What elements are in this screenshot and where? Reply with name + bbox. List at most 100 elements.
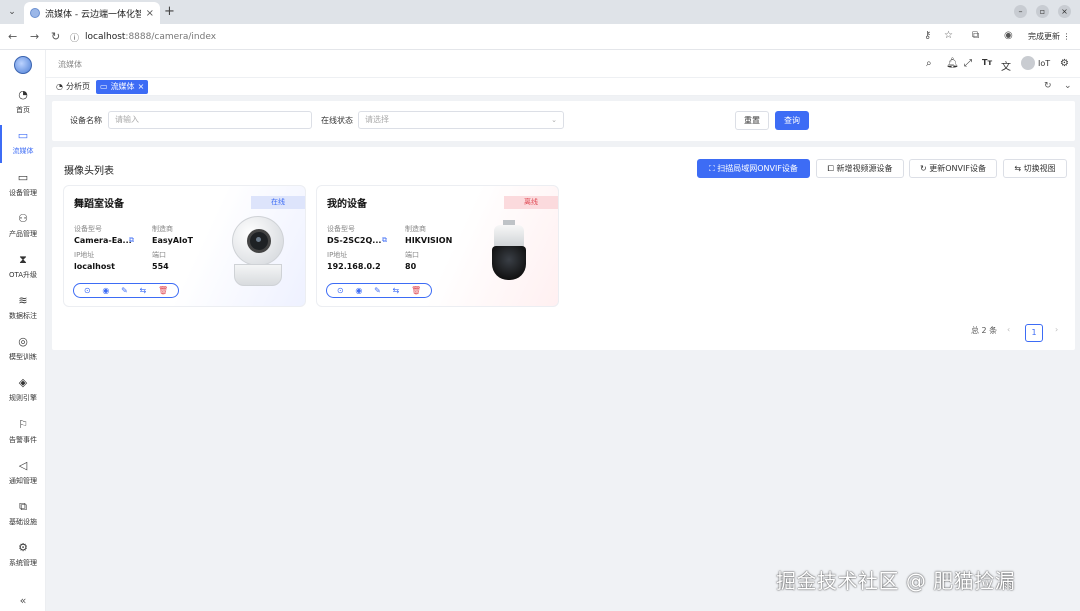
laptop-icon: ▭ xyxy=(17,171,29,184)
model-label: 设备型号 xyxy=(327,225,355,233)
update-button[interactable]: 完成更新 ⋮ xyxy=(1022,28,1077,46)
avatar[interactable] xyxy=(1021,56,1035,70)
scan-onvif-button[interactable]: ⛶ 扫描局域网ONVIF设备 xyxy=(697,159,810,178)
edit-icon[interactable]: ✎ xyxy=(374,286,381,295)
profile-icon[interactable]: ◉ xyxy=(1004,30,1013,41)
page-tabs: ◔ 分析页 ▭ 流媒体 × ↻ ⌄ xyxy=(46,78,1080,96)
app-header: 流媒体 ⌕ 🔔︎ ⤢ Tт 文 IoT ⚙ xyxy=(46,50,1080,78)
app-logo[interactable] xyxy=(14,56,32,74)
sidebar-item-label: 产品管理 xyxy=(9,230,37,238)
minimize-icon[interactable]: – xyxy=(1014,5,1027,18)
search-icon[interactable]: ⌕ xyxy=(926,58,932,69)
next-page-icon[interactable]: › xyxy=(1055,325,1058,334)
url-host: localhost xyxy=(85,32,126,42)
list-title: 摄像头列表 xyxy=(64,166,114,177)
video-add-icon: ⧠ xyxy=(827,164,834,173)
prev-page-icon[interactable]: ‹ xyxy=(1007,325,1010,334)
breadcrumb: 流媒体 xyxy=(58,60,82,69)
query-button[interactable]: 查询 xyxy=(775,111,809,130)
sidebar-item-label: 系统管理 xyxy=(9,559,37,567)
bell-icon[interactable]: 🔔︎ xyxy=(946,58,959,69)
sidebar-item-label: 设备管理 xyxy=(9,189,37,197)
window-close-icon[interactable]: × xyxy=(1058,5,1071,18)
online-status-select[interactable]: 请选择 ⌄ xyxy=(358,111,564,129)
ip-label: IP地址 xyxy=(327,251,348,259)
fullscreen-icon[interactable]: ⤢ xyxy=(964,58,972,69)
maximize-icon[interactable]: ▫ xyxy=(1036,5,1049,18)
maker-label: 制造商 xyxy=(152,225,173,233)
eye-icon[interactable]: ◉ xyxy=(102,286,109,295)
reload-icon[interactable]: ↻ xyxy=(51,30,60,43)
port-value: 554 xyxy=(152,262,169,271)
sidebar-item-rule-engine[interactable]: ◈ 规则引擎 xyxy=(0,372,46,410)
dashboard-icon: ◔ xyxy=(56,82,63,91)
copy-icon[interactable]: ⧉ xyxy=(129,236,137,244)
username[interactable]: IoT xyxy=(1038,59,1050,68)
swap-icon: ⇆ xyxy=(1014,164,1022,173)
eye-icon[interactable]: ◉ xyxy=(355,286,362,295)
sidebar-item-infrastructure[interactable]: ⧉ 基础设施 xyxy=(0,496,46,534)
device-name-label: 设备名称 xyxy=(70,116,102,125)
speaker-icon: ◁ xyxy=(18,459,28,472)
edit-icon[interactable]: ✎ xyxy=(121,286,128,295)
refresh-onvif-button[interactable]: ↻ 更新ONVIF设备 xyxy=(909,159,997,178)
swap-icon[interactable]: ⇆ xyxy=(393,286,400,295)
tab-streaming[interactable]: ▭ 流媒体 × xyxy=(96,80,149,94)
page-number-current[interactable]: 1 xyxy=(1025,324,1043,342)
sidebar-item-notifications[interactable]: ◁ 通知管理 xyxy=(0,455,46,493)
device-name-input[interactable]: 请输入 xyxy=(108,111,312,129)
play-icon[interactable]: ⊙ xyxy=(84,286,91,295)
add-video-source-button[interactable]: ⧠ 新增视频源设备 xyxy=(816,159,904,178)
forward-arrow-icon[interactable]: → xyxy=(30,30,39,43)
tab-list-chevron-icon[interactable]: ⌄ xyxy=(5,5,19,19)
copy-icon[interactable]: ⧉ xyxy=(382,236,390,244)
bookmark-star-icon[interactable]: ☆ xyxy=(944,30,953,41)
key-icon[interactable]: ⚷ xyxy=(924,30,931,41)
tab-analysis[interactable]: ◔ 分析页 xyxy=(52,80,94,94)
settings-gear-icon[interactable]: ⚙ xyxy=(1060,58,1069,69)
port-value: 80 xyxy=(405,262,417,271)
chevron-down-icon[interactable]: ⌄ xyxy=(1064,81,1072,91)
more-menu-icon[interactable]: ⋮ xyxy=(1063,32,1071,41)
extensions-icon[interactable]: ⧉ xyxy=(972,30,979,41)
sidebar-item-streaming[interactable]: ▭ 流媒体 xyxy=(0,125,46,163)
sidebar-item-ota[interactable]: ⧗ OTA升级 xyxy=(0,249,46,287)
sidebar-item-product-management[interactable]: ⚇ 产品管理 xyxy=(0,208,46,246)
address-bar[interactable]: ⓘ localhost:8888/camera/index xyxy=(70,28,910,46)
sync-icon: ↻ xyxy=(920,164,927,173)
sidebar-item-alarm-events[interactable]: ⚐ 告警事件 xyxy=(0,414,46,452)
tab-label: 分析页 xyxy=(65,82,90,91)
tab-close-icon[interactable]: × xyxy=(138,80,145,94)
reset-button[interactable]: 重置 xyxy=(735,111,769,130)
delete-icon[interactable]: 🗑︎ xyxy=(411,286,421,295)
refresh-icon[interactable]: ↻ xyxy=(1044,81,1052,91)
model-label: 设备型号 xyxy=(74,225,102,233)
maker-value: HIKVISION xyxy=(405,236,453,245)
swap-icon[interactable]: ⇆ xyxy=(140,286,147,295)
camera-image xyxy=(230,216,286,288)
new-tab-button[interactable]: + xyxy=(164,4,175,19)
sidebar-item-data-annotation[interactable]: ≋ 数据标注 xyxy=(0,290,46,328)
browser-tab-bar: ⌄ 流媒体 - 云边端一体化智 × + – ▫ × xyxy=(0,0,1080,24)
translate-icon[interactable]: 文 xyxy=(1001,58,1011,73)
font-size-icon[interactable]: Tт xyxy=(982,58,992,67)
site-info-icon[interactable]: ⓘ xyxy=(70,31,79,44)
add-label: 新增视频源设备 xyxy=(836,164,893,173)
browser-tab[interactable]: 流媒体 - 云边端一体化智 × xyxy=(24,2,160,24)
tab-close-icon[interactable]: × xyxy=(146,8,154,19)
sidebar-item-home[interactable]: ◔ 首页 xyxy=(0,84,46,122)
sidebar-item-label: 基础设施 xyxy=(9,518,37,526)
sidebar-item-model-training[interactable]: ◎ 模型训练 xyxy=(0,331,46,369)
camera-card[interactable]: 舞蹈室设备 在线 设备型号 Camera-Ea... ⧉ 制造商 EasyAIo… xyxy=(63,185,306,307)
model-value: Camera-Ea... xyxy=(74,236,132,245)
sidebar-item-system-management[interactable]: ⚙ 系统管理 xyxy=(0,537,46,575)
collapse-sidebar-icon[interactable]: « xyxy=(0,594,46,607)
switch-view-button[interactable]: ⇆ 切换视图 xyxy=(1003,159,1067,178)
camera-card[interactable]: 我的设备 离线 设备型号 DS-2SC2Q... ⧉ 制造商 HIKVISION… xyxy=(316,185,559,307)
play-icon[interactable]: ⊙ xyxy=(337,286,344,295)
back-arrow-icon[interactable]: ← xyxy=(8,30,17,43)
browser-toolbar: ← → ↻ ⓘ localhost:8888/camera/index ⚷ ☆ … xyxy=(0,24,1080,50)
delete-icon[interactable]: 🗑︎ xyxy=(158,286,168,295)
status-badge: 离线 xyxy=(504,196,558,209)
sidebar-item-device-management[interactable]: ▭ 设备管理 xyxy=(0,167,46,205)
